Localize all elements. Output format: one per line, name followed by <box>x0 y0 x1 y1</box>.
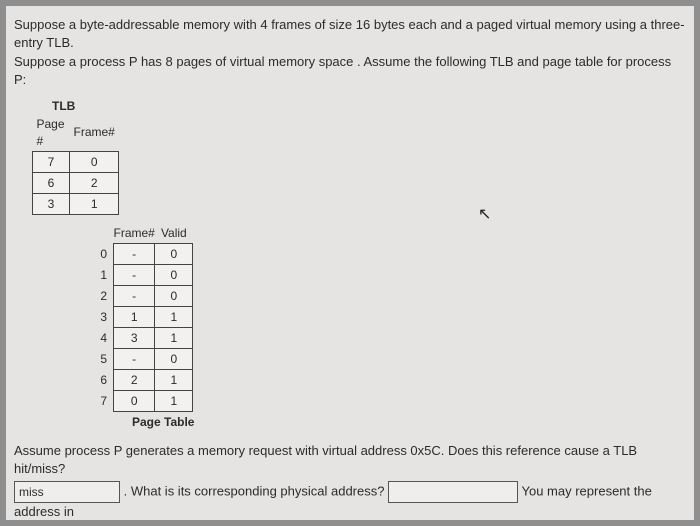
tlb-frame-cell: 2 <box>70 172 119 193</box>
pt-row: 6 2 1 <box>88 369 193 390</box>
question-line-1: Suppose a byte-addressable memory with 4… <box>14 16 686 51</box>
pt-valid-cell: 0 <box>155 243 193 264</box>
pt-row: 7 0 1 <box>88 390 193 411</box>
tlb-header-frame: Frame# <box>70 114 119 151</box>
pt-header-frame: Frame# <box>114 223 155 244</box>
tlb-header-page: Page # <box>33 114 70 151</box>
physical-address-input[interactable] <box>388 481 518 503</box>
pt-valid-cell: 1 <box>155 327 193 348</box>
pt-frame-cell: - <box>114 285 155 306</box>
pt-index: 5 <box>88 348 114 369</box>
pt-row: 5 - 0 <box>88 348 193 369</box>
tlb-row: 6 2 <box>33 172 119 193</box>
pt-index: 0 <box>88 243 114 264</box>
tlb-frame-cell: 0 <box>70 151 119 172</box>
pt-valid-cell: 1 <box>155 369 193 390</box>
pt-frame-cell: - <box>114 348 155 369</box>
pt-frame-cell: 1 <box>114 306 155 327</box>
tlb-row: 7 0 <box>33 151 119 172</box>
tlb-hit-miss-input[interactable]: miss <box>14 481 120 503</box>
worksheet-page: Suppose a byte-addressable memory with 4… <box>0 0 700 526</box>
tlb-page-cell: 6 <box>33 172 70 193</box>
pt-valid-cell: 0 <box>155 348 193 369</box>
tlb-caption: TLB <box>52 98 686 114</box>
page-table: Frame# Valid 0 - 0 1 - 0 2 - 0 <box>88 223 193 412</box>
pt-index: 2 <box>88 285 114 306</box>
tlb-page-cell: 3 <box>33 193 70 214</box>
tlb-row: 3 1 <box>33 193 119 214</box>
pt-valid-cell: 0 <box>155 285 193 306</box>
pt-frame-cell: - <box>114 264 155 285</box>
pt-row: 1 - 0 <box>88 264 193 285</box>
pt-row: 2 - 0 <box>88 285 193 306</box>
tlb-frame-cell: 1 <box>70 193 119 214</box>
tlb-table: Page # Frame# 7 0 6 2 3 1 <box>32 114 119 214</box>
pt-index: 1 <box>88 264 114 285</box>
pt-frame-cell: - <box>114 243 155 264</box>
pt-index: 3 <box>88 306 114 327</box>
pt-index: 7 <box>88 390 114 411</box>
pt-row: 3 1 1 <box>88 306 193 327</box>
pt-index: 6 <box>88 369 114 390</box>
prompt-line-1: Assume process P generates a memory requ… <box>14 442 686 477</box>
pt-frame-cell: 3 <box>114 327 155 348</box>
pt-row: 0 - 0 <box>88 243 193 264</box>
pt-index: 4 <box>88 327 114 348</box>
pt-row: 4 3 1 <box>88 327 193 348</box>
pt-frame-cell: 2 <box>114 369 155 390</box>
pt-valid-cell: 1 <box>155 306 193 327</box>
prompt-q2a: . What is its corresponding physical add… <box>124 484 385 499</box>
page-table-wrap: Frame# Valid 0 - 0 1 - 0 2 - 0 <box>88 223 686 430</box>
page-table-caption: Page Table <box>132 414 686 430</box>
pt-frame-cell: 0 <box>114 390 155 411</box>
answer-block: Assume process P generates a memory requ… <box>14 442 686 526</box>
pt-valid-cell: 0 <box>155 264 193 285</box>
pt-valid-cell: 1 <box>155 390 193 411</box>
question-line-2: Suppose a process P has 8 pages of virtu… <box>14 53 686 88</box>
pt-header-valid: Valid <box>155 223 193 244</box>
answer-line: miss . What is its corresponding physica… <box>14 481 686 521</box>
tlb-page-cell: 7 <box>33 151 70 172</box>
tables-area: TLB Page # Frame# 7 0 6 2 3 1 <box>32 98 686 430</box>
